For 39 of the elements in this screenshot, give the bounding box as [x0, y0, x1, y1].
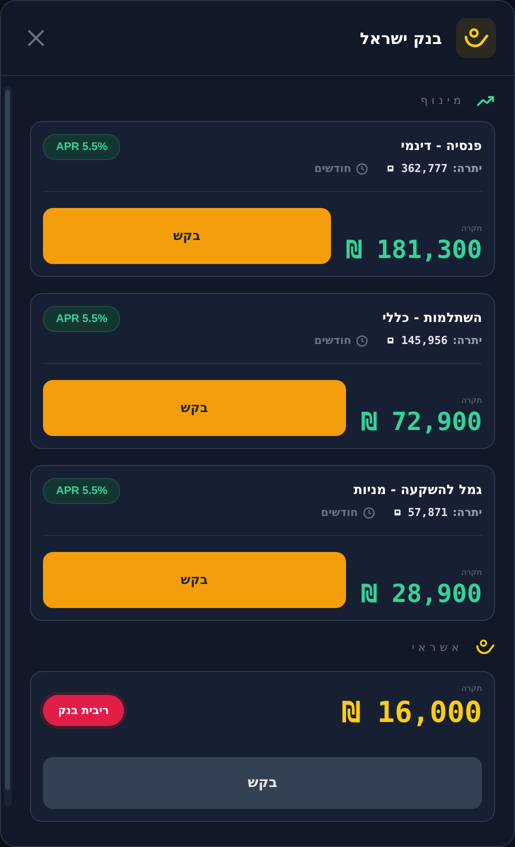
request-button[interactable]: בקש — [43, 757, 482, 809]
section-title: מינוף — [420, 94, 465, 107]
ceiling-label: תקרה — [461, 396, 482, 405]
fund-name: גמל להשקעה - מניות — [352, 483, 482, 498]
clock-icon — [356, 162, 368, 174]
amount-value: ₪ 28,900 — [362, 579, 482, 608]
clock-icon — [362, 506, 375, 518]
apr-badge: APR 5.5% — [43, 478, 120, 504]
term-label: חודשים — [314, 334, 352, 347]
balance-value: 57,871 — [408, 506, 448, 519]
amount-value: ₪ 16,000 — [342, 695, 482, 729]
window-title: בנק ישראל — [360, 28, 442, 48]
term-label: חודשים — [314, 162, 352, 175]
bank-logo-icon — [475, 637, 495, 657]
request-button[interactable]: בקש — [43, 208, 331, 264]
ceiling-label: תקרה — [461, 568, 482, 577]
scrollbar[interactable] — [4, 86, 12, 806]
fund-name: פנסיה - דינמי — [400, 139, 482, 154]
amount-value: ₪ 181,300 — [346, 235, 482, 264]
rate-badge: ריבית בנק — [43, 695, 124, 726]
amount-value: ₪ 72,900 — [362, 407, 482, 436]
fund-name: השתלמות - כללי — [381, 311, 482, 326]
balance-label: יתרה: — [452, 162, 482, 175]
ceiling-label: תקרה — [461, 224, 482, 233]
ceiling-label: תקרה — [461, 684, 482, 693]
balance-value: 362,777 — [401, 162, 448, 175]
apr-badge: APR 5.5% — [43, 134, 120, 160]
close-icon[interactable] — [26, 28, 46, 48]
request-button[interactable]: בקש — [43, 380, 346, 436]
term-label: חודשים — [320, 506, 358, 519]
bank-logo-icon — [456, 18, 496, 58]
balance-value: 145,956 — [401, 334, 448, 347]
request-button[interactable]: בקש — [43, 552, 346, 608]
trend-up-icon — [477, 94, 495, 106]
balance-label: יתרה: — [452, 506, 482, 519]
section-title: אשראי — [412, 640, 463, 654]
apr-badge: APR 5.5% — [43, 306, 120, 332]
balance-label: יתרה: — [452, 334, 482, 347]
clock-icon — [356, 334, 368, 346]
